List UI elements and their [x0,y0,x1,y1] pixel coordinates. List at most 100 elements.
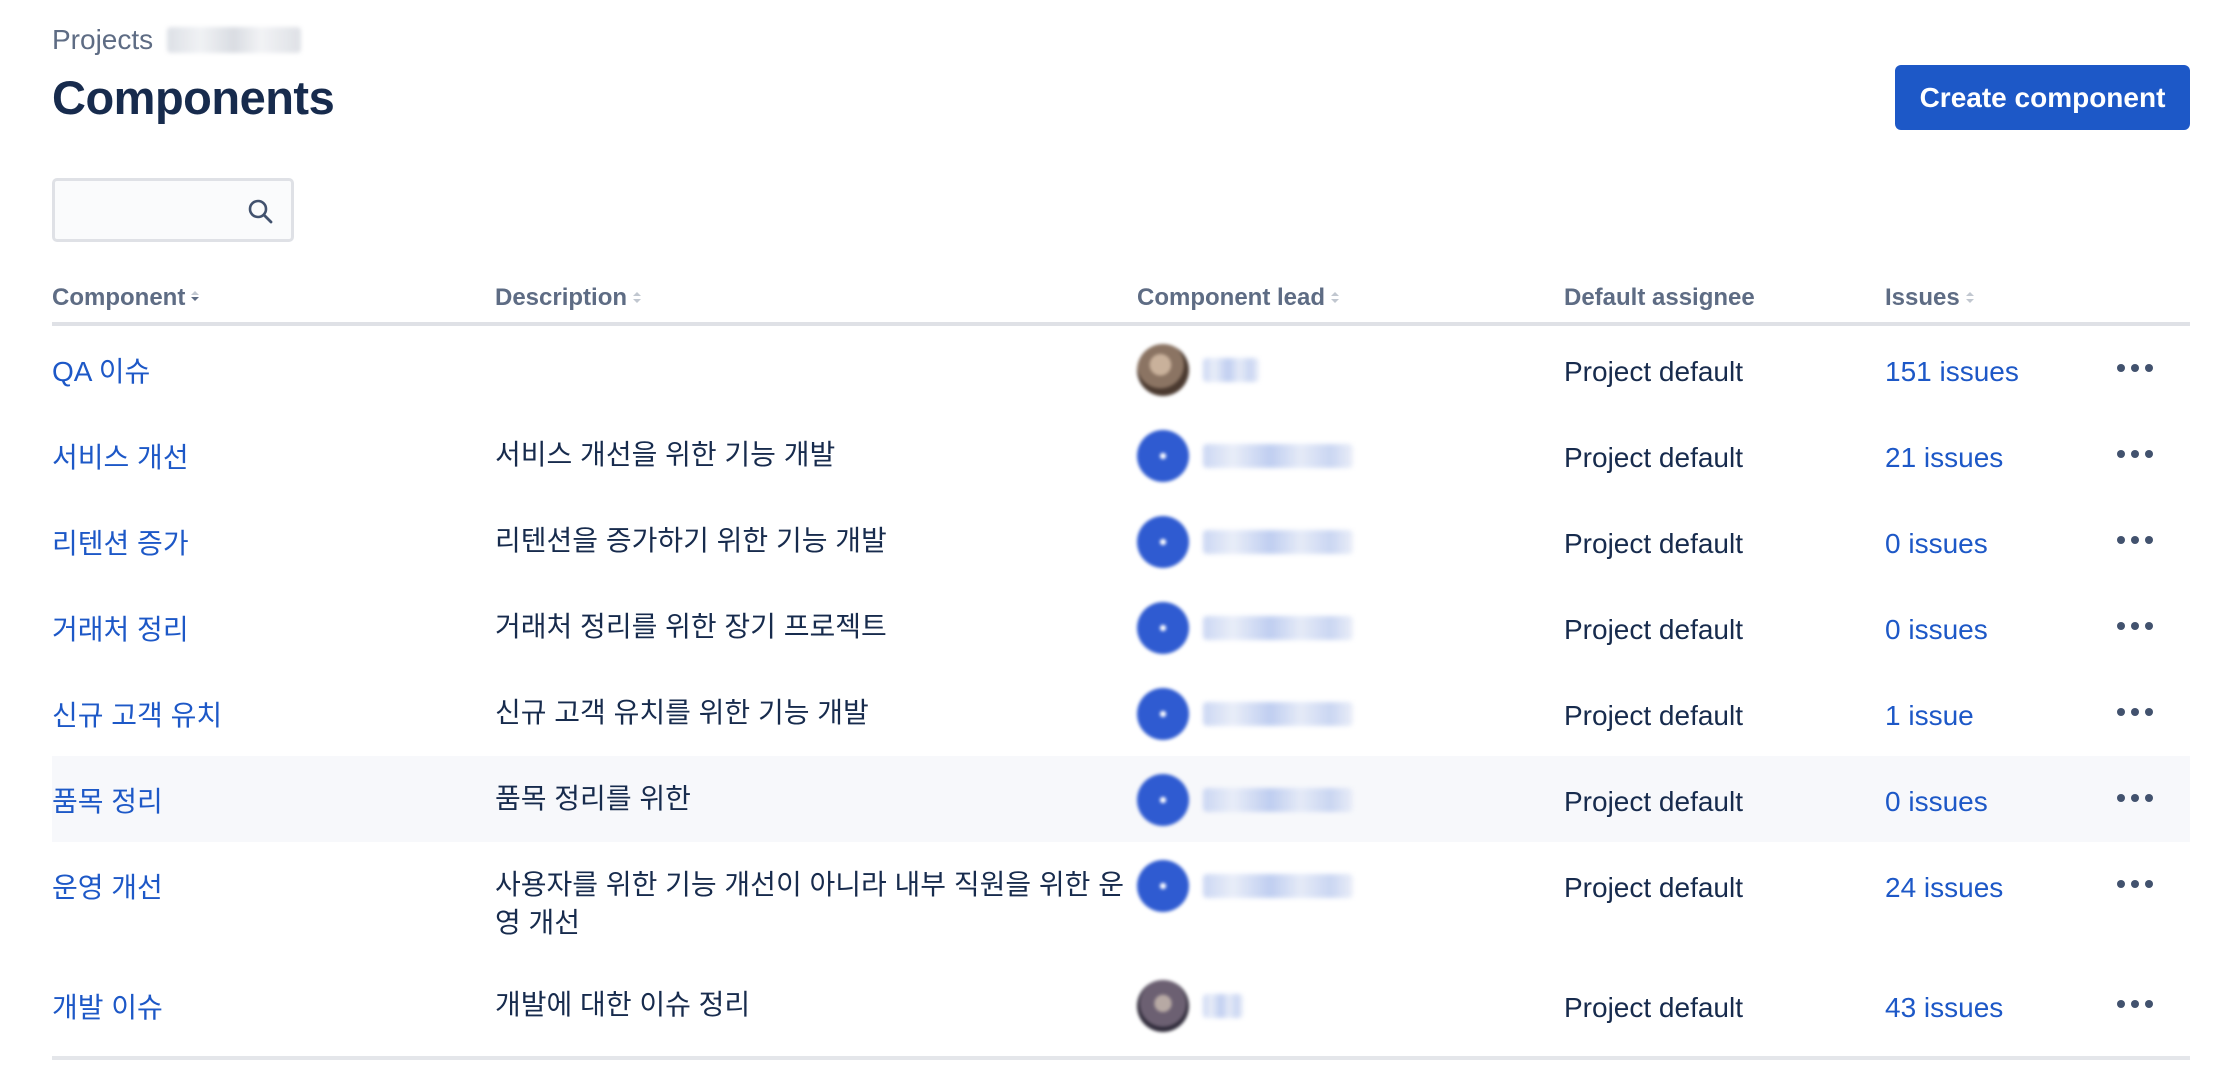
components-table: Component Description Component lead Def… [52,272,2190,1060]
more-actions-button[interactable] [2110,984,2160,1024]
assignee-cell: Project default [1564,614,1743,645]
default-avatar-icon [1137,774,1189,826]
ellipsis-icon [2117,622,2153,630]
issues-count-link[interactable]: 21 issues [1885,442,2003,473]
description-cell: 개발에 대한 이슈 정리 [495,989,751,1020]
component-name-link[interactable]: 운영 개선 [52,872,163,903]
lead-name-redacted [1203,358,1259,382]
issues-count-link[interactable]: 151 issues [1885,356,2019,387]
component-lead[interactable] [1137,688,1353,740]
breadcrumb-project-name-redacted[interactable] [167,27,302,53]
component-name-link[interactable]: 개발 이슈 [52,992,163,1023]
issues-count-link[interactable]: 0 issues [1885,786,1988,817]
component-lead[interactable] [1137,602,1353,654]
more-actions-button[interactable] [2110,348,2160,388]
component-name-link[interactable]: 신규 고객 유치 [52,700,222,731]
sort-icon [1965,292,1974,303]
ellipsis-icon [2117,794,2153,802]
default-avatar-icon [1137,688,1189,740]
more-actions-button[interactable] [2110,606,2160,646]
table-row: 리텐션 증가 리텐션을 증가하기 위한 기능 개발 Project defaul… [52,498,2190,584]
column-header-component[interactable]: Component [52,284,201,312]
component-lead[interactable] [1137,516,1353,568]
table-header: Component Description Component lead Def… [52,272,2190,326]
component-name-link[interactable]: QA 이슈 [52,356,150,387]
issues-cell: 151 issues [1885,354,2019,390]
issues-count-link[interactable]: 24 issues [1885,872,2003,903]
sort-descending-icon [191,291,200,301]
ellipsis-icon [2117,450,2153,458]
table-row: QA 이슈 Project default 151 issues [52,326,2190,412]
component-lead[interactable] [1137,774,1353,826]
ellipsis-icon [2117,708,2153,716]
component-cell: 개발 이슈 [52,990,163,1026]
component-name-link[interactable]: 거래처 정리 [52,614,189,645]
component-cell: 신규 고객 유치 [52,698,222,734]
default-avatar-icon [1137,516,1189,568]
assignee-cell: Project default [1564,442,1743,473]
more-actions-button[interactable] [2110,692,2160,732]
component-lead[interactable] [1137,860,1353,912]
column-header-assignee: Default assignee [1564,284,1755,312]
component-lead[interactable] [1137,344,1259,396]
lead-name-redacted [1203,530,1353,554]
description-cell: 신규 고객 유치를 위한 기능 개발 [495,697,869,728]
create-component-button[interactable]: Create component [1895,65,2190,130]
search-icon[interactable] [247,198,273,224]
component-cell: 리텐션 증가 [52,526,189,562]
issues-cell: 0 issues [1885,612,1988,648]
sort-icon [1331,292,1340,303]
table-row: 품목 정리 품목 정리를 위한 Project default 0 issues [52,756,2190,842]
column-header-lead[interactable]: Component lead [1137,284,1341,312]
component-cell: 품목 정리 [52,784,163,820]
column-header-description[interactable]: Description [495,284,643,312]
more-actions-button[interactable] [2110,434,2160,474]
lead-name-redacted [1203,702,1353,726]
breadcrumb: Projects [52,24,302,56]
description-cell: 리텐션을 증가하기 위한 기능 개발 [495,525,887,556]
column-header-component-label: Component [52,284,186,311]
issues-count-link[interactable]: 1 issue [1885,700,1974,731]
ellipsis-icon [2117,536,2153,544]
breadcrumb-projects-link[interactable]: Projects [52,24,153,56]
table-row: 개발 이슈 개발에 대한 이슈 정리 Project default 43 is… [52,962,2190,1048]
ellipsis-icon [2117,1000,2153,1008]
ellipsis-icon [2117,880,2153,888]
column-header-lead-label: Component lead [1137,284,1326,311]
description-cell: 사용자를 위한 기능 개선이 아니라 내부 직원을 위한 운영 개선 [495,869,1124,938]
component-lead[interactable] [1137,980,1243,1032]
component-name-link[interactable]: 품목 정리 [52,786,163,817]
assignee-cell: Project default [1564,356,1743,387]
column-header-issues-label: Issues [1885,284,1960,311]
assignee-cell: Project default [1564,872,1743,903]
component-cell: 서비스 개선 [52,440,189,476]
table-row: 신규 고객 유치 신규 고객 유치를 위한 기능 개발 Project defa… [52,670,2190,756]
table-row: 서비스 개선 서비스 개선을 위한 기능 개발 Project default … [52,412,2190,498]
lead-name-redacted [1203,616,1353,640]
column-header-assignee-label: Default assignee [1564,284,1755,311]
more-actions-button[interactable] [2110,778,2160,818]
issues-count-link[interactable]: 43 issues [1885,992,2003,1023]
table-row: 운영 개선 사용자를 위한 기능 개선이 아니라 내부 직원을 위한 운영 개선… [52,842,2190,962]
component-lead[interactable] [1137,430,1353,482]
issues-cell: 43 issues [1885,990,2003,1026]
search-box [52,178,294,242]
issues-cell: 0 issues [1885,784,1988,820]
description-cell: 서비스 개선을 위한 기능 개발 [495,439,836,470]
issues-count-link[interactable]: 0 issues [1885,614,1988,645]
component-cell: 거래처 정리 [52,612,189,648]
issues-count-link[interactable]: 0 issues [1885,528,1988,559]
issues-cell: 0 issues [1885,526,1988,562]
component-name-link[interactable]: 리텐션 증가 [52,528,189,559]
more-actions-button[interactable] [2110,864,2160,904]
photo-avatar-icon [1137,980,1189,1032]
search-input[interactable] [55,181,249,239]
column-header-issues[interactable]: Issues [1885,284,1976,312]
column-header-description-label: Description [495,284,628,311]
component-name-link[interactable]: 서비스 개선 [52,442,189,473]
table-row: 거래처 정리 거래처 정리를 위한 장기 프로젝트 Project defaul… [52,584,2190,670]
assignee-cell: Project default [1564,700,1743,731]
lead-name-redacted [1203,994,1243,1018]
more-actions-button[interactable] [2110,520,2160,560]
lead-name-redacted [1203,788,1353,812]
